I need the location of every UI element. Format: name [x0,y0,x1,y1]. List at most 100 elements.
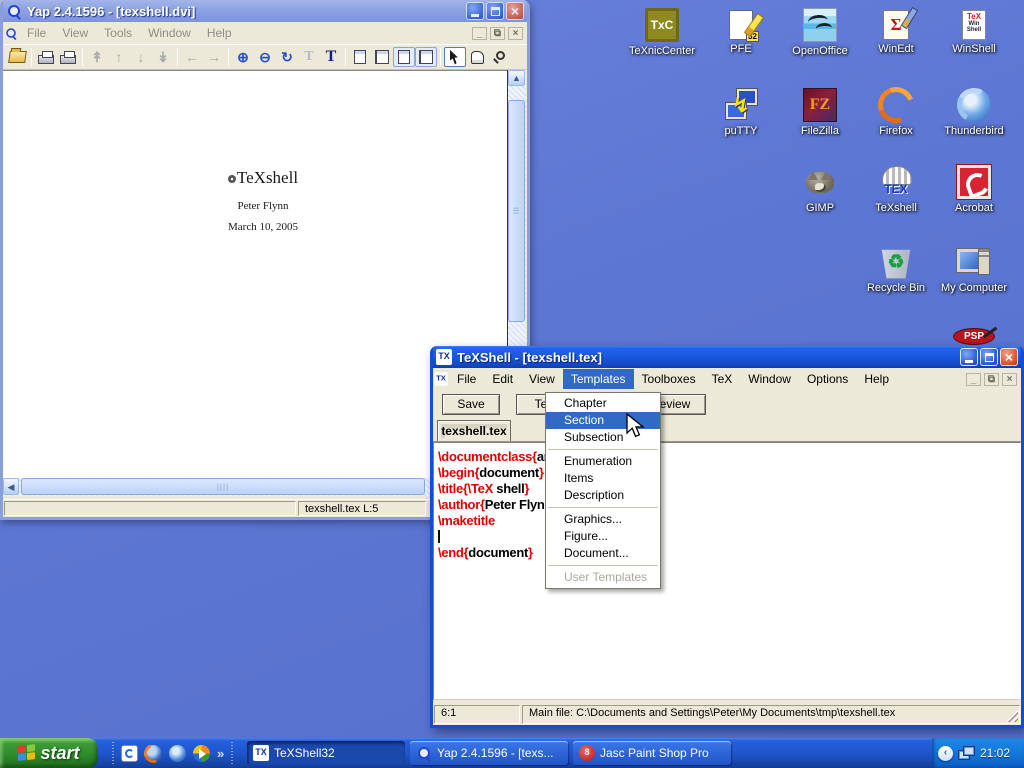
desktop-icon-filezilla[interactable]: FZFileZilla [783,88,857,137]
desktop-icon-texshell[interactable]: TEXTeXshell [859,165,933,214]
first-page-icon[interactable]: ↟ [86,47,108,67]
menu-separator [548,565,658,566]
desktop-icon-recycle-bin[interactable]: ♻Recycle Bin [859,245,933,294]
vertical-scroll-thumb[interactable]: ☰ [508,100,525,322]
menu-item-document[interactable]: Document... [546,545,660,562]
print-setup-icon[interactable] [57,47,79,67]
texshell-menu-view[interactable]: View [521,369,563,389]
media-player-icon[interactable] [193,745,210,762]
outlook-express-icon[interactable] [121,745,138,762]
taskbar-button-yap[interactable]: Yap 2.4.1596 - [texs... [410,741,568,765]
desktop-icon-pfe[interactable]: 32PFE [704,8,778,55]
menu-separator [548,449,658,450]
yap-menu-help[interactable]: Help [199,23,240,43]
desktop-icon-paint-shop-pro[interactable]: PSP [937,328,1011,345]
single-page-view-icon[interactable] [349,47,371,67]
mdi-restore-button[interactable]: ⧉ [984,373,999,386]
hide-icons-chevron[interactable]: ‹ [938,746,953,761]
mdi-restore-button[interactable]: ⧉ [490,27,505,40]
resize-grip[interactable] [1006,710,1018,722]
firefox-icon [879,88,913,122]
texshell-menu-help[interactable]: Help [856,369,897,389]
desktop-icon-thunderbird[interactable]: Thunderbird [937,88,1011,137]
minimize-button[interactable] [466,2,484,20]
close-button[interactable] [506,2,524,20]
desktop-icon-putty[interactable]: ↯puTTY [704,88,778,137]
yap-menu-view[interactable]: View [54,23,96,43]
print-setup-art [60,55,76,64]
texshell-menu-templates[interactable]: Templates [563,369,634,389]
zoom-out-icon[interactable]: ⊖ [254,47,276,67]
start-button[interactable]: start [0,738,98,768]
menu-item-chapter[interactable]: Chapter [546,395,660,412]
taskbar-button-texshell[interactable]: TXTeXShell32 [247,741,405,765]
scroll-left-button[interactable]: ◀ [3,478,19,495]
mouse-cursor [626,413,648,440]
refresh-icon[interactable]: ↻ [276,47,298,67]
texshell-menu-file[interactable]: File [449,369,484,389]
mdi-close-button[interactable]: × [1002,373,1017,386]
desktop-icon-firefox[interactable]: Firefox [859,88,933,137]
desktop-icon-winshell[interactable]: TeXWin ShellWinShell [937,8,1011,55]
desktop-icon-acrobat[interactable]: Acrobat [937,165,1011,214]
texshell-menu-window[interactable]: Window [740,369,799,389]
yap-menu-window[interactable]: Window [140,23,199,43]
open-icon[interactable] [6,47,28,67]
menu-item-enumeration[interactable]: Enumeration [546,453,660,470]
overflow-chevron-icon[interactable]: » [217,746,224,761]
mdi-close-button[interactable]: × [508,27,523,40]
desktop-icon-gimp[interactable]: GIMP [783,165,857,214]
gimp-icon [803,165,837,199]
thunderbird-icon[interactable] [169,745,186,762]
yap-titlebar[interactable]: Yap 2.4.1596 - [texshell.dvi] [3,0,527,22]
taskbar-button-psp[interactable]: 8Jasc Paint Shop Pro [573,741,731,765]
texshell-titlebar[interactable]: TX TeXShell - [texshell.tex] [433,346,1021,368]
continuous-book-view-icon[interactable] [415,47,437,67]
menu-item-graphics[interactable]: Graphics... [546,511,660,528]
maximize-button[interactable] [486,2,504,20]
desktop-icon-my-computer[interactable]: My Computer [937,245,1011,294]
continuous-view-icon[interactable] [393,47,415,67]
menu-item-figure[interactable]: Figure... [546,528,660,545]
yap-menu-tools[interactable]: Tools [96,23,140,43]
desktop-icon-texniccenter[interactable]: TxCTeXnicCenter [625,8,699,57]
tab-texshell-tex[interactable]: texshell.tex [437,420,511,441]
save-button[interactable]: Save [442,394,500,415]
hand-tool-icon[interactable] [466,47,488,67]
desktop-icon-openoffice[interactable]: OpenOffice [783,8,857,57]
scroll-up-button[interactable]: ▲ [508,70,525,86]
mdi-minimize-button[interactable]: _ [966,373,981,386]
menu-item-items[interactable]: Items [546,470,660,487]
code-segment: } [539,465,544,480]
minimize-button[interactable] [960,348,978,366]
firefox-icon[interactable] [145,745,162,762]
horizontal-scroll-thumb[interactable]: |||| [21,478,425,495]
forward-icon[interactable]: → [203,47,225,67]
texshell-menu-toolboxes[interactable]: Toolboxes [634,369,704,389]
texshell-art-text: TEX [879,179,913,199]
ruler-tool-icon[interactable]: T [298,47,320,67]
network-icon[interactable] [958,746,975,760]
mdi-minimize-button[interactable]: _ [472,27,487,40]
yap-menu-file[interactable]: File [19,23,54,43]
close-button[interactable] [1000,348,1018,366]
next-page-icon[interactable]: ↓ [130,47,152,67]
texshell-menu-tex[interactable]: TeX [704,369,741,389]
back-icon[interactable]: ← [181,47,203,67]
desktop-icon-winedt[interactable]: ΣWinEdt [859,8,933,55]
last-page-icon[interactable]: ↡ [152,47,174,67]
texshell-menu-edit[interactable]: Edit [484,369,521,389]
maximize-button[interactable] [980,348,998,366]
desktop: { "desktop": { "background_color": "#5c7… [0,0,1024,768]
print-icon[interactable] [35,47,57,67]
prev-page-icon[interactable]: ↑ [108,47,130,67]
texshell-menu-options[interactable]: Options [799,369,856,389]
menu-item-description[interactable]: Description [546,487,660,504]
select-tool-icon[interactable] [444,47,466,67]
latex-editor[interactable]: \documentclass{article}\begin{document}\… [433,442,1021,700]
zoom-in-icon[interactable]: ⊕ [232,47,254,67]
texniccenter-icon: TxC [645,8,679,42]
magnifier-tool-icon[interactable] [488,47,510,67]
text-mode-icon[interactable]: T [320,47,342,67]
book-view-icon[interactable] [371,47,393,67]
